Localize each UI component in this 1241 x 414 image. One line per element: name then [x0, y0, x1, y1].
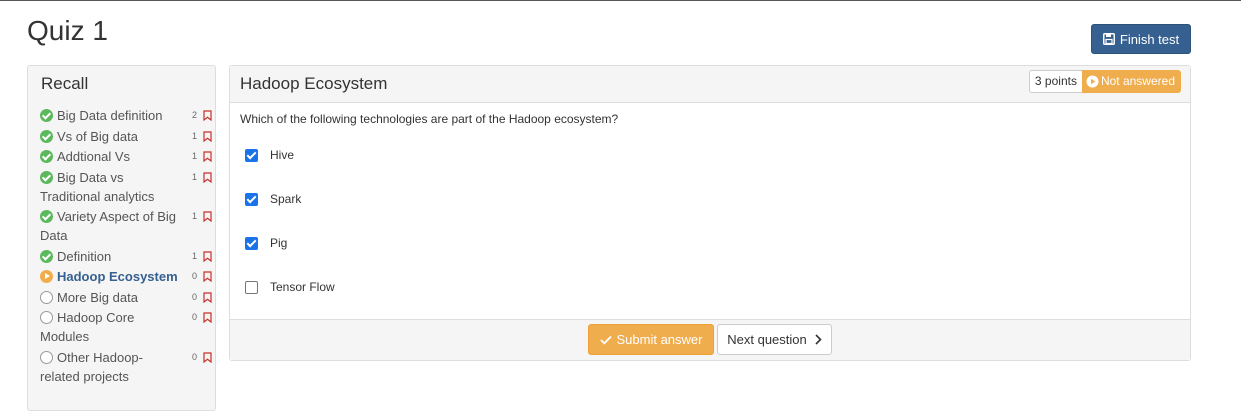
- question-title: Hadoop Ecosystem: [240, 74, 388, 93]
- question-header: Hadoop Ecosystem 3 points Not answered: [230, 66, 1190, 103]
- bookmark-icon[interactable]: [203, 127, 212, 146]
- sidebar-item-meta: 0: [192, 348, 212, 367]
- bookmark-icon[interactable]: [203, 267, 212, 286]
- check-circle-icon: [40, 150, 53, 163]
- sidebar-item-label: Hadoop Ecosystem: [57, 269, 178, 284]
- submit-answer-button[interactable]: Submit answer: [588, 324, 714, 355]
- bookmark-icon[interactable]: [203, 288, 212, 307]
- sidebar-item-count: 1: [191, 211, 197, 221]
- empty-circle-icon: [40, 311, 53, 324]
- sidebar-item-meta: 0: [192, 267, 212, 286]
- sidebar-item-label: More Big data: [57, 289, 138, 305]
- check-circle-icon: [40, 170, 53, 184]
- answer-option-label[interactable]: Pig: [270, 234, 287, 252]
- sidebar-item[interactable]: Other Hadoop-related projects 0: [40, 348, 212, 386]
- answer-checkbox[interactable]: [245, 149, 258, 162]
- sidebar-item[interactable]: Variety Aspect of Big Data 1: [40, 207, 212, 245]
- sidebar-item-count: 2: [191, 110, 197, 120]
- sidebar-item-meta: 1: [192, 168, 212, 187]
- check-circle-icon: [40, 210, 53, 223]
- sidebar-item[interactable]: Hadoop Core Modules 0: [40, 308, 212, 346]
- sidebar-item-count: 0: [191, 312, 197, 322]
- bookmark-icon[interactable]: [203, 168, 212, 187]
- sidebar-item-meta: 0: [192, 308, 212, 327]
- answer-checkbox[interactable]: [245, 281, 258, 294]
- status-badge: Not answered: [1081, 70, 1181, 93]
- page-title: Quiz 1: [27, 15, 108, 46]
- sidebar-item-meta: 2: [192, 106, 212, 125]
- empty-circle-icon: [40, 350, 53, 364]
- answer-option-label[interactable]: Spark: [270, 190, 301, 208]
- sidebar-item[interactable]: Hadoop Ecosystem 0: [40, 267, 212, 286]
- bookmark-icon[interactable]: [203, 247, 212, 266]
- sidebar-item[interactable]: Addtional Vs 1: [40, 147, 212, 166]
- question-panel: Hadoop Ecosystem 3 points Not answered W…: [229, 65, 1191, 361]
- question-list: Big Data definition 2 Vs of Big data 1 Addti…: [40, 106, 212, 387]
- sidebar-item-label: Addtional Vs: [57, 149, 130, 164]
- sidebar-item-count: 0: [191, 271, 197, 281]
- sidebar-title: Recall: [41, 74, 89, 93]
- sidebar-item[interactable]: Vs of Big data 1: [40, 127, 212, 146]
- answer-checkbox[interactable]: [245, 237, 258, 250]
- bookmark-icon[interactable]: [203, 308, 212, 327]
- sidebar-item-meta: 1: [192, 127, 212, 146]
- sidebar-item-count: 1: [191, 250, 197, 261]
- sidebar-item-count: 0: [191, 351, 197, 362]
- bookmark-icon[interactable]: [203, 348, 212, 367]
- sidebar-item[interactable]: Big Data definition 2: [40, 106, 212, 125]
- play-circle-icon: [1086, 75, 1099, 88]
- sidebar-item-label: Other Hadoop-related projects: [40, 349, 143, 384]
- question-navigator: Recall Big Data definition 2 Vs of Big dat…: [27, 65, 216, 411]
- sidebar-item-meta: 1: [192, 247, 212, 266]
- points-badge: 3 points: [1028, 70, 1082, 93]
- sidebar-item-count: 1: [191, 171, 197, 182]
- finish-test-button[interactable]: Finish test: [1091, 24, 1191, 54]
- answer-option: Tensor Flow: [245, 278, 335, 322]
- sidebar-item-count: 1: [191, 151, 197, 161]
- answer-checkbox[interactable]: [245, 193, 258, 206]
- sidebar-item-count: 0: [191, 291, 197, 302]
- sidebar-item-label: Vs of Big data: [57, 128, 138, 144]
- question-footer: Submit answer Next question: [230, 319, 1190, 360]
- sidebar-item-label: Definition: [57, 248, 112, 264]
- question-meta: 3 points Not answered: [1028, 70, 1181, 93]
- sidebar-item-label: Big Data definition: [57, 108, 163, 123]
- answer-option-label[interactable]: Tensor Flow: [270, 278, 335, 296]
- bookmark-icon[interactable]: [203, 147, 212, 166]
- play-circle-icon: [40, 270, 53, 283]
- chevron-right-icon: [815, 334, 822, 345]
- bookmark-icon[interactable]: [203, 106, 212, 125]
- check-circle-icon: [40, 109, 53, 122]
- question-text: Which of the following technologies are …: [240, 112, 619, 126]
- next-question-button[interactable]: Next question: [717, 324, 832, 355]
- empty-circle-icon: [40, 290, 53, 304]
- answer-option-label[interactable]: Hive: [270, 146, 294, 164]
- sidebar-item-label: Hadoop Core Modules: [40, 310, 135, 344]
- sidebar-item-meta: 0: [192, 288, 212, 307]
- sidebar-item-meta: 1: [192, 207, 212, 226]
- answer-options: Hive Spark Pig Tensor Flow: [245, 146, 335, 322]
- save-icon: [1102, 33, 1115, 45]
- submit-answer-label: Submit answer: [616, 332, 703, 347]
- next-question-label: Next question: [727, 332, 807, 347]
- sidebar-item[interactable]: Definition 1: [40, 247, 212, 266]
- answer-option: Pig: [245, 234, 335, 278]
- finish-test-label: Finish test: [1119, 31, 1180, 47]
- status-label: Not answered: [1100, 74, 1175, 88]
- sidebar-item-count: 1: [191, 130, 197, 141]
- check-icon: [599, 335, 612, 345]
- sidebar-item-label: Variety Aspect of Big Data: [40, 209, 176, 243]
- check-circle-icon: [40, 129, 53, 143]
- answer-option: Hive: [245, 146, 335, 190]
- sidebar-item[interactable]: Big Data vs Traditional analytics 1: [40, 168, 212, 206]
- sidebar-item-label: Big Data vs Traditional analytics: [40, 169, 155, 204]
- answer-option: Spark: [245, 190, 335, 234]
- check-circle-icon: [40, 249, 53, 263]
- sidebar-item-meta: 1: [192, 147, 212, 166]
- sidebar-item[interactable]: More Big data 0: [40, 288, 212, 307]
- bookmark-icon[interactable]: [203, 207, 212, 226]
